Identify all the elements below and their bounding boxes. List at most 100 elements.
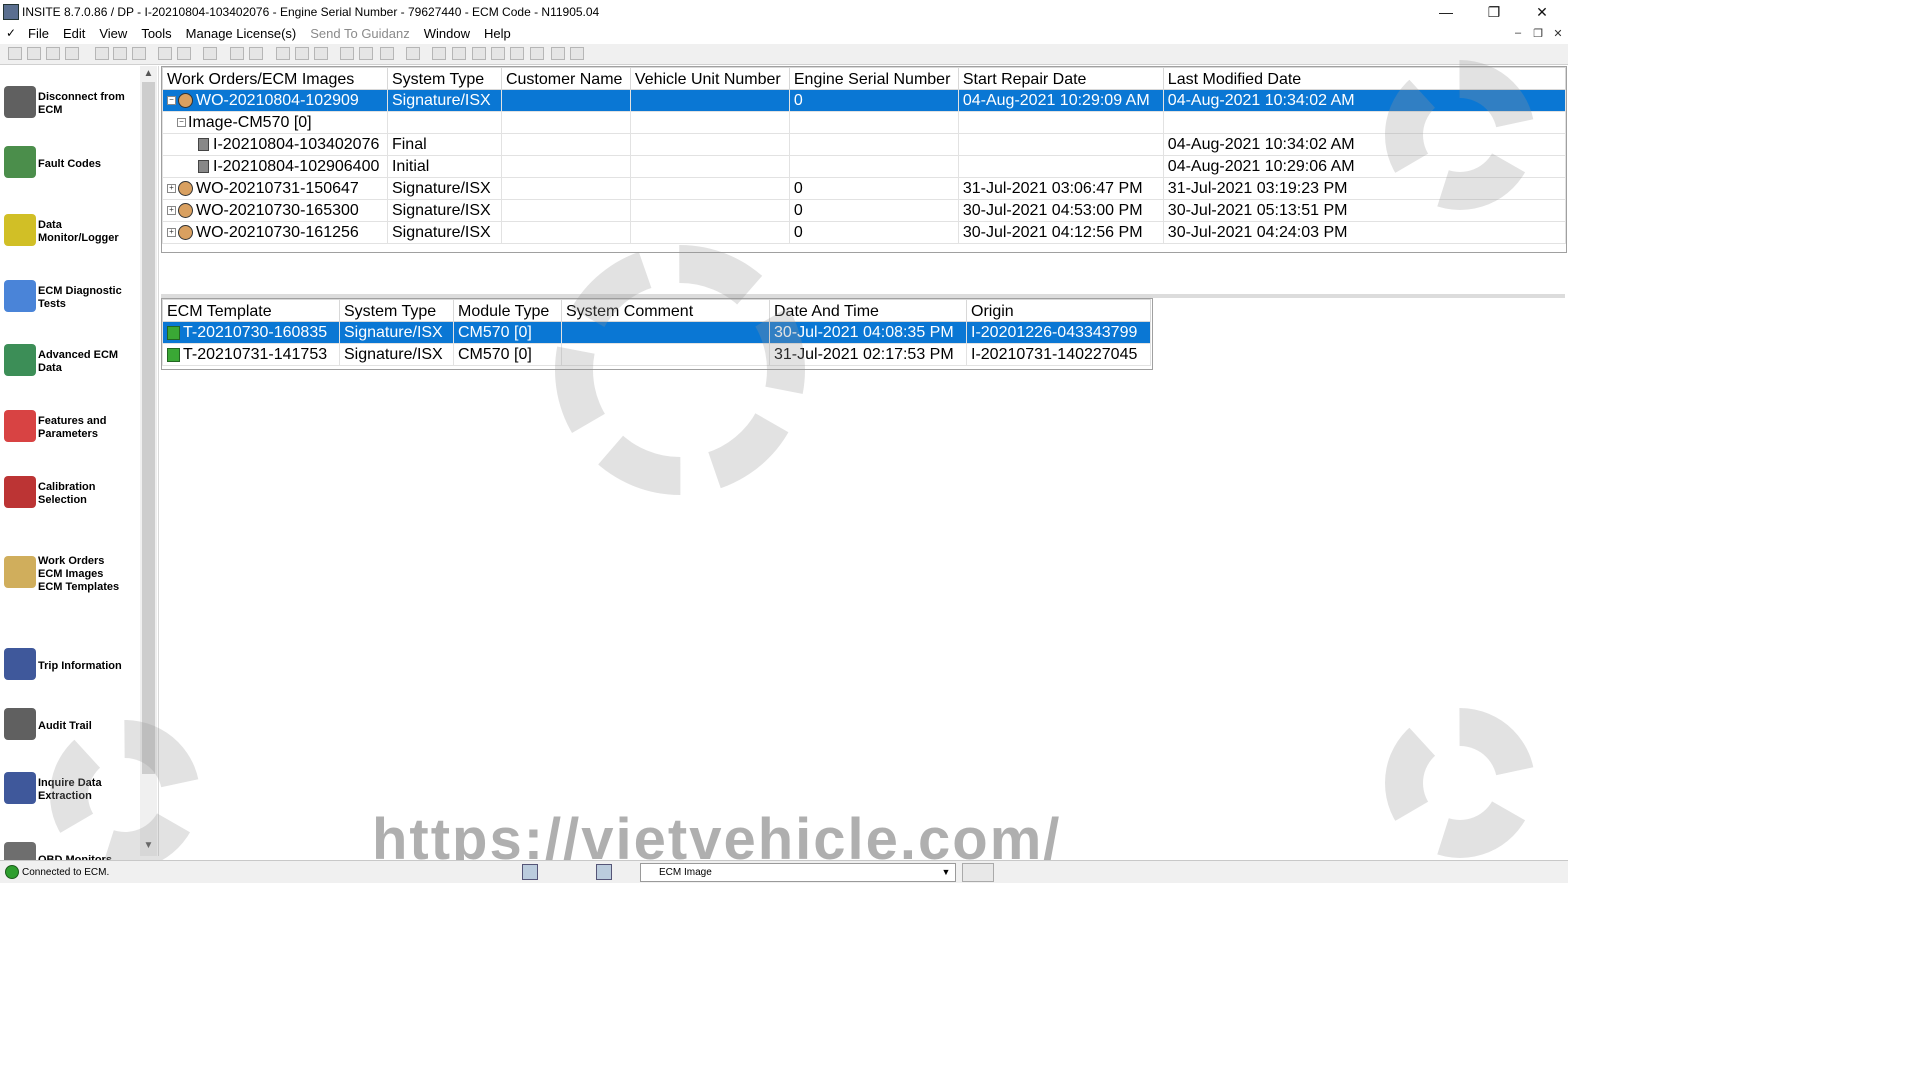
tree-cell[interactable]: + WO-20210731-150647 bbox=[162, 177, 388, 200]
menu-window[interactable]: Window bbox=[424, 26, 470, 41]
data-monitor-icon bbox=[4, 214, 36, 246]
sidebar-scroll-thumb[interactable] bbox=[142, 82, 155, 774]
restore-window-button[interactable]: ❐ bbox=[1474, 2, 1514, 22]
toolbar-button-icon[interactable] bbox=[380, 47, 394, 60]
toolbar-button-icon[interactable] bbox=[530, 47, 544, 60]
cell-start-date bbox=[957, 155, 1164, 178]
toolbar-button-icon[interactable] bbox=[132, 47, 146, 60]
collapse-icon[interactable]: − bbox=[167, 96, 176, 106]
toolbar-button-icon[interactable] bbox=[510, 47, 524, 60]
mdi-close-button[interactable]: ✕ bbox=[1552, 27, 1564, 40]
ecm-image-icon bbox=[198, 138, 209, 152]
tree-cell[interactable]: I-20210804-102906400 bbox=[162, 155, 388, 178]
table-row[interactable]: + WO-20210730-165300 Signature/ISX 0 30-Jul-… bbox=[162, 199, 1567, 222]
column-header[interactable]: Vehicle Unit Number bbox=[629, 67, 790, 90]
cell-system-type bbox=[386, 111, 502, 134]
cell-vehicle-unit bbox=[629, 155, 790, 178]
work-order-icon bbox=[178, 181, 193, 197]
toolbar-button-icon[interactable] bbox=[314, 47, 328, 60]
scroll-up-arrow-icon[interactable]: ▲ bbox=[140, 66, 157, 82]
mdi-restore-button[interactable]: ❐ bbox=[1532, 27, 1544, 40]
chevron-down-icon[interactable]: ▼ bbox=[939, 864, 953, 881]
column-header[interactable]: System Type bbox=[386, 67, 502, 90]
watermark-gear bbox=[1385, 708, 1535, 858]
fault-codes-icon bbox=[4, 146, 36, 178]
toolbar-button-icon[interactable] bbox=[491, 47, 505, 60]
menu-view[interactable]: View bbox=[99, 26, 127, 41]
cell-start-date bbox=[957, 133, 1164, 156]
expand-icon[interactable]: + bbox=[167, 184, 176, 194]
toolbar-button-icon[interactable] bbox=[570, 47, 584, 60]
row-name: WO-20210804-102909 bbox=[196, 92, 359, 109]
toolbar-button-icon[interactable] bbox=[203, 47, 217, 60]
column-header[interactable]: Start Repair Date bbox=[957, 67, 1164, 90]
document-menu-icon[interactable]: ✓ bbox=[6, 26, 20, 40]
column-header[interactable]: Module Type bbox=[453, 299, 562, 322]
cell-start-date: 30-Jul-2021 04:12:56 PM bbox=[957, 221, 1164, 244]
table-row[interactable]: − Image-CM570 [0] bbox=[162, 111, 1567, 134]
toolbar-button-icon[interactable] bbox=[452, 47, 466, 60]
column-header[interactable]: Customer Name bbox=[500, 67, 631, 90]
toolbar-button-icon[interactable] bbox=[359, 47, 373, 60]
column-header[interactable]: Engine Serial Number bbox=[788, 67, 959, 90]
cell-system_type: Signature/ISX bbox=[339, 321, 454, 344]
insite-app-icon[interactable] bbox=[3, 4, 19, 20]
menu-help[interactable]: Help bbox=[484, 26, 511, 41]
toolbar-button-icon[interactable] bbox=[95, 47, 109, 60]
table-row[interactable]: I-20210804-103402076 Final 04-Aug-2021 10:… bbox=[162, 133, 1567, 156]
minimize-window-button[interactable]: — bbox=[1426, 2, 1466, 22]
status-bar: Connected to ECM. ECM Image ▼ bbox=[0, 860, 1568, 883]
toolbar-button-icon[interactable] bbox=[406, 47, 420, 60]
tree-cell[interactable]: I-20210804-103402076 bbox=[162, 133, 388, 156]
toolbar-button-icon[interactable] bbox=[432, 47, 446, 60]
toolbar-button-icon[interactable] bbox=[472, 47, 486, 60]
toolbar-button-icon[interactable] bbox=[65, 47, 79, 60]
tree-cell[interactable]: + WO-20210730-161256 bbox=[162, 221, 388, 244]
toolbar-button-icon[interactable] bbox=[158, 47, 172, 60]
mdi-minimize-button[interactable]: – bbox=[1512, 27, 1524, 40]
toolbar-button-icon[interactable] bbox=[46, 47, 60, 60]
cell-engine-serial bbox=[788, 133, 959, 156]
toolbar-button-icon[interactable] bbox=[113, 47, 127, 60]
table-row[interactable]: + WO-20210731-150647 Signature/ISX 0 31-Jul-… bbox=[162, 177, 1567, 200]
cell-start-date: 30-Jul-2021 04:53:00 PM bbox=[957, 199, 1164, 222]
ecm-connect-icon bbox=[522, 864, 538, 880]
toolbar-button-icon[interactable] bbox=[295, 47, 309, 60]
toolbar-button-icon[interactable] bbox=[249, 47, 263, 60]
cell-start-date: 31-Jul-2021 03:06:47 PM bbox=[957, 177, 1164, 200]
toolbar-button-icon[interactable] bbox=[276, 47, 290, 60]
toolbar-button-icon[interactable] bbox=[8, 47, 22, 60]
column-header[interactable]: Origin bbox=[966, 299, 1151, 322]
column-header[interactable]: Date And Time bbox=[769, 299, 967, 322]
column-header[interactable]: ECM Template bbox=[162, 299, 340, 322]
table-row[interactable]: − WO-20210804-102909 Signature/ISX 0 04-Aug-… bbox=[162, 89, 1567, 112]
cell-engine-serial bbox=[788, 111, 959, 134]
ecm-source-select[interactable]: ECM Image ▼ bbox=[640, 863, 956, 882]
menu-edit[interactable]: Edit bbox=[63, 26, 85, 41]
template-name: T-20210730-160835 bbox=[183, 324, 328, 341]
cell-customer bbox=[500, 89, 631, 112]
menu-manage-license-s[interactable]: Manage License(s) bbox=[186, 26, 297, 41]
tree-cell[interactable]: − WO-20210804-102909 bbox=[162, 89, 388, 112]
close-window-button[interactable]: ✕ bbox=[1522, 2, 1562, 22]
menu-file[interactable]: File bbox=[28, 26, 49, 41]
cell-customer bbox=[500, 111, 631, 134]
template-cell[interactable]: T-20210731-141753 bbox=[162, 343, 340, 366]
toolbar-button-icon[interactable] bbox=[230, 47, 244, 60]
column-header[interactable]: System Type bbox=[339, 299, 454, 322]
toolbar-button-icon[interactable] bbox=[27, 47, 41, 60]
cell-start-date bbox=[957, 111, 1164, 134]
menu-tools[interactable]: Tools bbox=[141, 26, 171, 41]
expand-icon[interactable]: + bbox=[167, 206, 176, 216]
tree-cell[interactable]: + WO-20210730-165300 bbox=[162, 199, 388, 222]
toolbar-button-icon[interactable] bbox=[340, 47, 354, 60]
tree-cell[interactable]: − Image-CM570 [0] bbox=[162, 111, 388, 134]
toolbar-button-icon[interactable] bbox=[177, 47, 191, 60]
expand-icon[interactable]: + bbox=[167, 228, 176, 238]
column-header[interactable]: Work Orders/ECM Images bbox=[162, 67, 388, 90]
toolbar-button-icon[interactable] bbox=[551, 47, 565, 60]
collapse-icon[interactable]: − bbox=[177, 118, 186, 128]
table-row[interactable]: + WO-20210730-161256 Signature/ISX 0 30-Jul-… bbox=[162, 221, 1567, 244]
table-row[interactable]: I-20210804-102906400 Initial 04-Aug-2021 1… bbox=[162, 155, 1567, 178]
template-cell[interactable]: T-20210730-160835 bbox=[162, 321, 340, 344]
